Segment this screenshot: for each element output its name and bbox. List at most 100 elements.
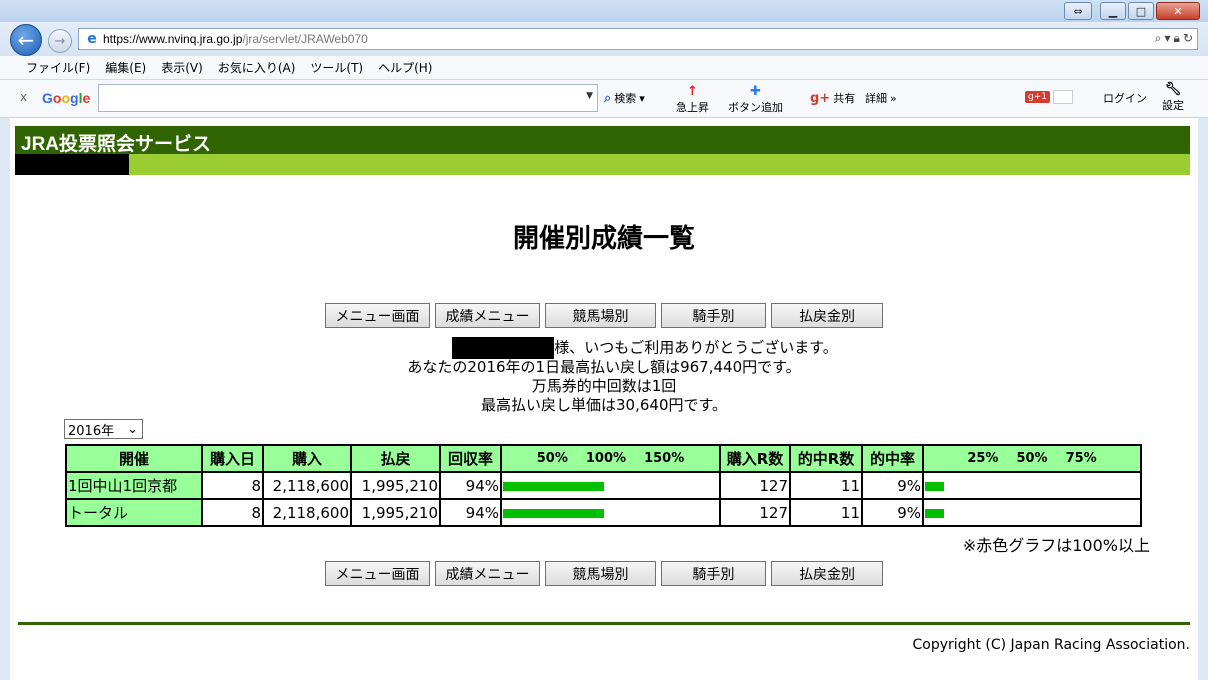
cell-payout: 1,995,210 <box>350 498 441 527</box>
year-select[interactable]: 2016年 ⌄ <box>64 419 143 439</box>
recovery-bar <box>503 509 604 518</box>
login-button[interactable]: ログイン <box>1103 90 1147 106</box>
cell-races-bought: 127 <box>719 498 791 527</box>
year-select-value: 2016年 <box>68 423 115 439</box>
share-button[interactable]: g+ 共有 <box>810 90 855 106</box>
add-button[interactable]: ✚ ボタン追加 <box>728 84 783 115</box>
by-racecourse-button[interactable]: 競馬場別 <box>545 561 656 586</box>
chevron-down-icon: ⌄ <box>127 421 138 437</box>
hits-count-text: 万馬券的中回数は1回 <box>531 377 677 395</box>
cell-recovery-rate: 94% <box>439 498 502 527</box>
cell-recovery-rate: 94% <box>439 471 502 500</box>
by-racecourse-button[interactable]: 競馬場別 <box>545 303 656 328</box>
menu-favorites[interactable]: お気に入り(A) <box>218 59 296 76</box>
page-viewport: JRA投票照会サービス 開催別成績一覧 メニュー画面 成績メニュー 競馬場別 騎… <box>10 118 1198 680</box>
header-purchase: 購入 <box>262 444 352 473</box>
menu-view[interactable]: 表示(V) <box>161 59 203 76</box>
forward-button[interactable]: → <box>48 29 72 53</box>
header-recovery-rate: 回収率 <box>439 444 502 473</box>
search-icon[interactable]: ⌕ <box>1155 31 1162 46</box>
chevron-down-icon[interactable]: ▼ <box>586 91 593 101</box>
recovery-bar <box>503 482 604 491</box>
copyright-text: Copyright (C) Japan Racing Association. <box>912 637 1190 653</box>
google-search-label: 検索 <box>614 92 637 105</box>
header-hit-scale: 25% 50% 75% <box>922 444 1142 473</box>
header-purchase-days: 購入日 <box>201 444 264 473</box>
google-logo: Google <box>42 90 91 106</box>
header-payout: 払戻 <box>350 444 441 473</box>
ie-page-icon: e <box>87 31 97 47</box>
header-recovery-scale: 50% 100% 150% <box>500 444 721 473</box>
menu-screen-button[interactable]: メニュー画面 <box>325 303 430 328</box>
results-menu-button[interactable]: 成績メニュー <box>435 303 540 328</box>
rising-button[interactable]: ↑ 急上昇 <box>676 84 709 115</box>
minimize-button[interactable]: ▁ <box>1100 2 1126 20</box>
by-jockey-button[interactable]: 騎手別 <box>661 561 766 586</box>
gplus-icon: g+ <box>810 90 831 106</box>
google-search-input[interactable]: ▼ <box>98 84 598 112</box>
menu-file[interactable]: ファイル(F) <box>26 59 90 76</box>
restore-size-button[interactable]: ⇔ <box>1064 2 1092 20</box>
lock-icon[interactable]: 🔒︎ <box>1174 31 1180 46</box>
header-races-hit: 的中R数 <box>789 444 863 473</box>
graph-note: ※赤色グラフは100%以上 <box>962 536 1150 555</box>
site-header: JRA投票照会サービス <box>15 126 1190 155</box>
cell-hit-rate: 9% <box>861 471 924 500</box>
hit-bar <box>925 482 944 491</box>
close-icon[interactable]: x <box>20 90 27 104</box>
hit-scale-tick: 25% <box>967 451 999 466</box>
maximize-button[interactable]: □ <box>1128 2 1154 20</box>
recovery-scale-tick: 50% <box>536 451 568 466</box>
url-path: /jra/servlet/JRAWeb070 <box>242 32 368 46</box>
plus-icon: ✚ <box>750 84 761 99</box>
site-subheader <box>15 154 1190 175</box>
cell-payout: 1,995,210 <box>350 471 441 500</box>
url-host: https://www.nvinq.jra.go.jp <box>103 32 243 46</box>
table-row: 1回中山1回京都 8 2,118,600 1,995,210 94% 127 1… <box>65 471 1142 500</box>
plus-one-icon: g+1 <box>1025 91 1050 103</box>
menu-tools[interactable]: ツール(T) <box>310 59 363 76</box>
cell-hit-graph <box>922 471 1142 500</box>
hit-bar <box>925 509 944 518</box>
cell-purchase-days: 8 <box>201 471 264 500</box>
hit-scale-tick: 75% <box>1065 451 1097 466</box>
menu-edit[interactable]: 編集(E) <box>105 59 146 76</box>
window-titlebar: ⇔ ▁ □ ✕ <box>0 0 1208 22</box>
cell-races-hit: 11 <box>789 471 863 500</box>
top-nav-buttons: メニュー画面 成績メニュー 競馬場別 騎手別 払戻金別 <box>325 303 883 328</box>
by-jockey-button[interactable]: 騎手別 <box>661 303 766 328</box>
gplus1-button[interactable]: g+1 <box>1025 90 1073 104</box>
google-search-button[interactable]: ⌕ 検索 ▾ <box>604 90 645 106</box>
settings-button[interactable]: 🔧︎ 設定 <box>1162 82 1184 113</box>
page-title: 開催別成績一覧 <box>512 224 695 254</box>
add-button-label: ボタン追加 <box>728 101 783 114</box>
cell-meeting: トータル <box>65 498 203 527</box>
greeting-text: 様、いつもご利用ありがとうございます。 <box>554 338 838 357</box>
site-title: JRA投票照会サービス <box>21 134 212 155</box>
navigation-bar: ← → e https://www.nvinq.jra.go.jp /jra/s… <box>0 22 1208 56</box>
by-payout-button[interactable]: 払戻金別 <box>771 303 883 328</box>
cell-hit-graph <box>922 498 1142 527</box>
menu-bar: ファイル(F) 編集(E) 表示(V) お気に入り(A) ツール(T) ヘルプ(… <box>0 56 1208 80</box>
results-menu-button[interactable]: 成績メニュー <box>435 561 540 586</box>
recovery-scale-tick: 100% <box>585 451 627 466</box>
rising-label: 急上昇 <box>676 101 709 114</box>
footer-divider <box>18 622 1190 625</box>
menu-help[interactable]: ヘルプ(H) <box>378 59 432 76</box>
details-button[interactable]: 詳細 » <box>865 90 897 106</box>
greeting-line: 様、いつもご利用ありがとうございます。 <box>10 337 1198 359</box>
cell-recovery-graph <box>500 498 721 527</box>
back-button[interactable]: ← <box>10 24 42 56</box>
close-button[interactable]: ✕ <box>1156 2 1200 20</box>
dropdown-icon[interactable]: ▾ <box>1165 31 1171 46</box>
menu-screen-button[interactable]: メニュー画面 <box>325 561 430 586</box>
address-bar[interactable]: e https://www.nvinq.jra.go.jp /jra/servl… <box>78 28 1198 50</box>
share-label: 共有 <box>833 92 856 105</box>
hit-scale-tick: 50% <box>1016 451 1048 466</box>
refresh-icon[interactable]: ↻ <box>1183 31 1193 46</box>
plus-one-count <box>1052 90 1073 104</box>
cell-races-hit: 11 <box>789 498 863 527</box>
header-hit-rate: 的中率 <box>861 444 924 473</box>
max-unit-text: 最高払い戻し単価は30,640円です。 <box>481 396 727 414</box>
by-payout-button[interactable]: 払戻金別 <box>771 561 883 586</box>
